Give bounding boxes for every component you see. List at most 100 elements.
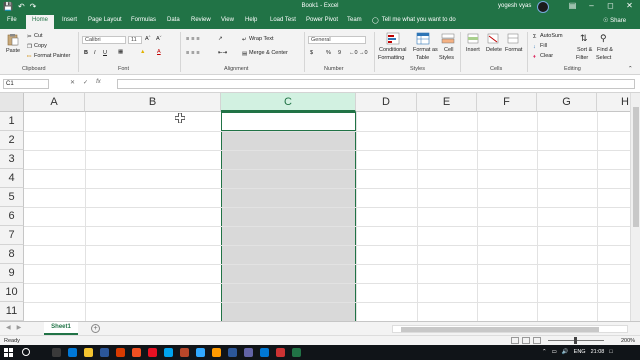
horizontal-scroll-thumb[interactable]: [401, 327, 599, 332]
windows-start-icon[interactable]: [4, 348, 13, 357]
delete-cells-icon[interactable]: [486, 32, 500, 45]
horizontal-scrollbar[interactable]: [392, 325, 628, 333]
selected-column-range[interactable]: [221, 112, 356, 321]
language-indicator[interactable]: ENG: [574, 349, 586, 355]
format-cells-icon[interactable]: [506, 32, 520, 45]
column-header-b[interactable]: B: [85, 93, 221, 112]
minimize-icon[interactable]: –: [582, 1, 601, 10]
conditional-formatting-label-2[interactable]: Formatting: [378, 55, 404, 61]
borders-icon[interactable]: ▦: [118, 49, 123, 55]
enter-icon[interactable]: ✓: [83, 79, 88, 86]
number-format-select[interactable]: General: [308, 36, 366, 44]
column-header-c[interactable]: C: [221, 93, 356, 112]
tab-formulas[interactable]: Formulas: [131, 17, 156, 23]
tab-insert[interactable]: Insert: [62, 17, 77, 23]
italic-button[interactable]: I: [94, 50, 96, 56]
tell-me-search[interactable]: ◯ Tell me what you want to do: [372, 17, 456, 24]
wrap-text-button[interactable]: ↵ Wrap Text: [242, 36, 274, 43]
cancel-icon[interactable]: ✕: [70, 79, 75, 86]
collapse-ribbon-icon[interactable]: ⌃: [628, 66, 633, 72]
word-icon[interactable]: [228, 348, 237, 357]
normal-view-icon[interactable]: [511, 337, 519, 344]
sort-filter-label-1[interactable]: Sort &: [577, 47, 592, 53]
store-icon[interactable]: [100, 348, 109, 357]
column-header-a[interactable]: A: [24, 93, 85, 112]
insert-cells-icon[interactable]: [466, 32, 480, 45]
tab-team[interactable]: Team: [347, 17, 362, 23]
font-size-select[interactable]: 11: [128, 36, 142, 44]
excel-icon[interactable]: [292, 348, 301, 357]
edge-icon[interactable]: [68, 348, 77, 357]
paste-icon[interactable]: [6, 33, 20, 46]
indent-icons[interactable]: ⇤⇥: [218, 50, 227, 56]
comma-button[interactable]: 9: [338, 50, 341, 56]
conditional-formatting-label-1[interactable]: Conditional: [379, 47, 407, 53]
format-as-table-icon[interactable]: [416, 32, 430, 45]
format-painter-button[interactable]: ✏ Format Painter: [27, 53, 70, 60]
insert-cells-button[interactable]: Insert: [466, 47, 480, 53]
tab-home[interactable]: Home: [26, 15, 55, 29]
tab-data[interactable]: Data: [167, 17, 180, 23]
tab-view[interactable]: View: [221, 17, 234, 23]
tray-chevron-icon[interactable]: ⌃: [542, 349, 547, 355]
avatar[interactable]: [537, 1, 549, 13]
close-icon[interactable]: ✕: [620, 1, 639, 10]
row-header-2[interactable]: 2: [0, 131, 24, 150]
autosum-button[interactable]: Σ AutoSum: [533, 33, 563, 40]
row-header-10[interactable]: 10: [0, 283, 24, 302]
tab-load-test[interactable]: Load Test: [270, 17, 296, 23]
chrome-icon[interactable]: [132, 348, 141, 357]
format-cells-button[interactable]: Format: [505, 47, 522, 53]
page-break-view-icon[interactable]: [533, 337, 541, 344]
illustrator-icon[interactable]: [212, 348, 221, 357]
tab-help[interactable]: Help: [245, 17, 257, 23]
column-header-e[interactable]: E: [417, 93, 477, 112]
formula-input[interactable]: [117, 79, 635, 89]
row-header-5[interactable]: 5: [0, 188, 24, 207]
vertical-scroll-thumb[interactable]: [633, 107, 639, 227]
cell-styles-label-1[interactable]: Cell: [444, 47, 453, 53]
media-icon[interactable]: [116, 348, 125, 357]
clear-button[interactable]: ♦ Clear: [533, 53, 553, 60]
merge-center-button[interactable]: ▤ Merge & Center: [242, 50, 288, 57]
notifications-icon[interactable]: □: [609, 349, 612, 355]
add-sheet-icon[interactable]: +: [91, 324, 100, 333]
page-layout-view-icon[interactable]: [522, 337, 530, 344]
cell-styles-label-2[interactable]: Styles: [439, 55, 454, 61]
teams-icon[interactable]: [244, 348, 253, 357]
row-header-6[interactable]: 6: [0, 207, 24, 226]
find-select-label-1[interactable]: Find &: [597, 47, 613, 53]
task-view-icon[interactable]: [52, 348, 61, 357]
sort-filter-icon[interactable]: ⇅: [580, 33, 588, 44]
ribbon-display-icon[interactable]: ▤: [563, 1, 582, 10]
font-name-select[interactable]: Calibri: [82, 36, 126, 44]
cut-button[interactable]: ✂ Cut: [27, 33, 43, 40]
search-icon[interactable]: [22, 348, 30, 356]
column-header-f[interactable]: F: [477, 93, 537, 112]
column-header-d[interactable]: D: [356, 93, 417, 112]
decrease-font-icon[interactable]: Aˇ: [156, 36, 162, 42]
decimal-increase-icon[interactable]: ←0: [349, 50, 358, 56]
cell-styles-icon[interactable]: [441, 32, 455, 45]
row-header-1[interactable]: 1: [0, 112, 24, 131]
share-button[interactable]: ☉ Share: [603, 17, 626, 24]
row-header-4[interactable]: 4: [0, 169, 24, 188]
font-color-icon[interactable]: A: [157, 49, 161, 55]
select-all-button[interactable]: [0, 93, 24, 112]
app-icon[interactable]: [148, 348, 157, 357]
prev-sheet-icon[interactable]: ◀: [6, 324, 11, 331]
user-name[interactable]: yogesh vyas: [498, 3, 531, 9]
clock[interactable]: 21:08: [591, 349, 605, 355]
row-header-11[interactable]: 11: [0, 302, 24, 321]
format-as-table-label-1[interactable]: Format as: [413, 47, 438, 53]
app-icon[interactable]: [276, 348, 285, 357]
row-header-9[interactable]: 9: [0, 264, 24, 283]
delete-cells-button[interactable]: Delete: [486, 47, 502, 53]
vertical-align-icons[interactable]: ≡≡≡: [186, 36, 202, 42]
horizontal-align-icons[interactable]: ≡≡≡: [186, 50, 202, 56]
file-explorer-icon[interactable]: [84, 348, 93, 357]
fill-button[interactable]: ↓ Fill: [533, 43, 547, 50]
format-as-table-label-2[interactable]: Table: [416, 55, 429, 61]
zoom-level[interactable]: 200%: [621, 338, 635, 344]
volume-icon[interactable]: 🔊: [562, 349, 569, 355]
